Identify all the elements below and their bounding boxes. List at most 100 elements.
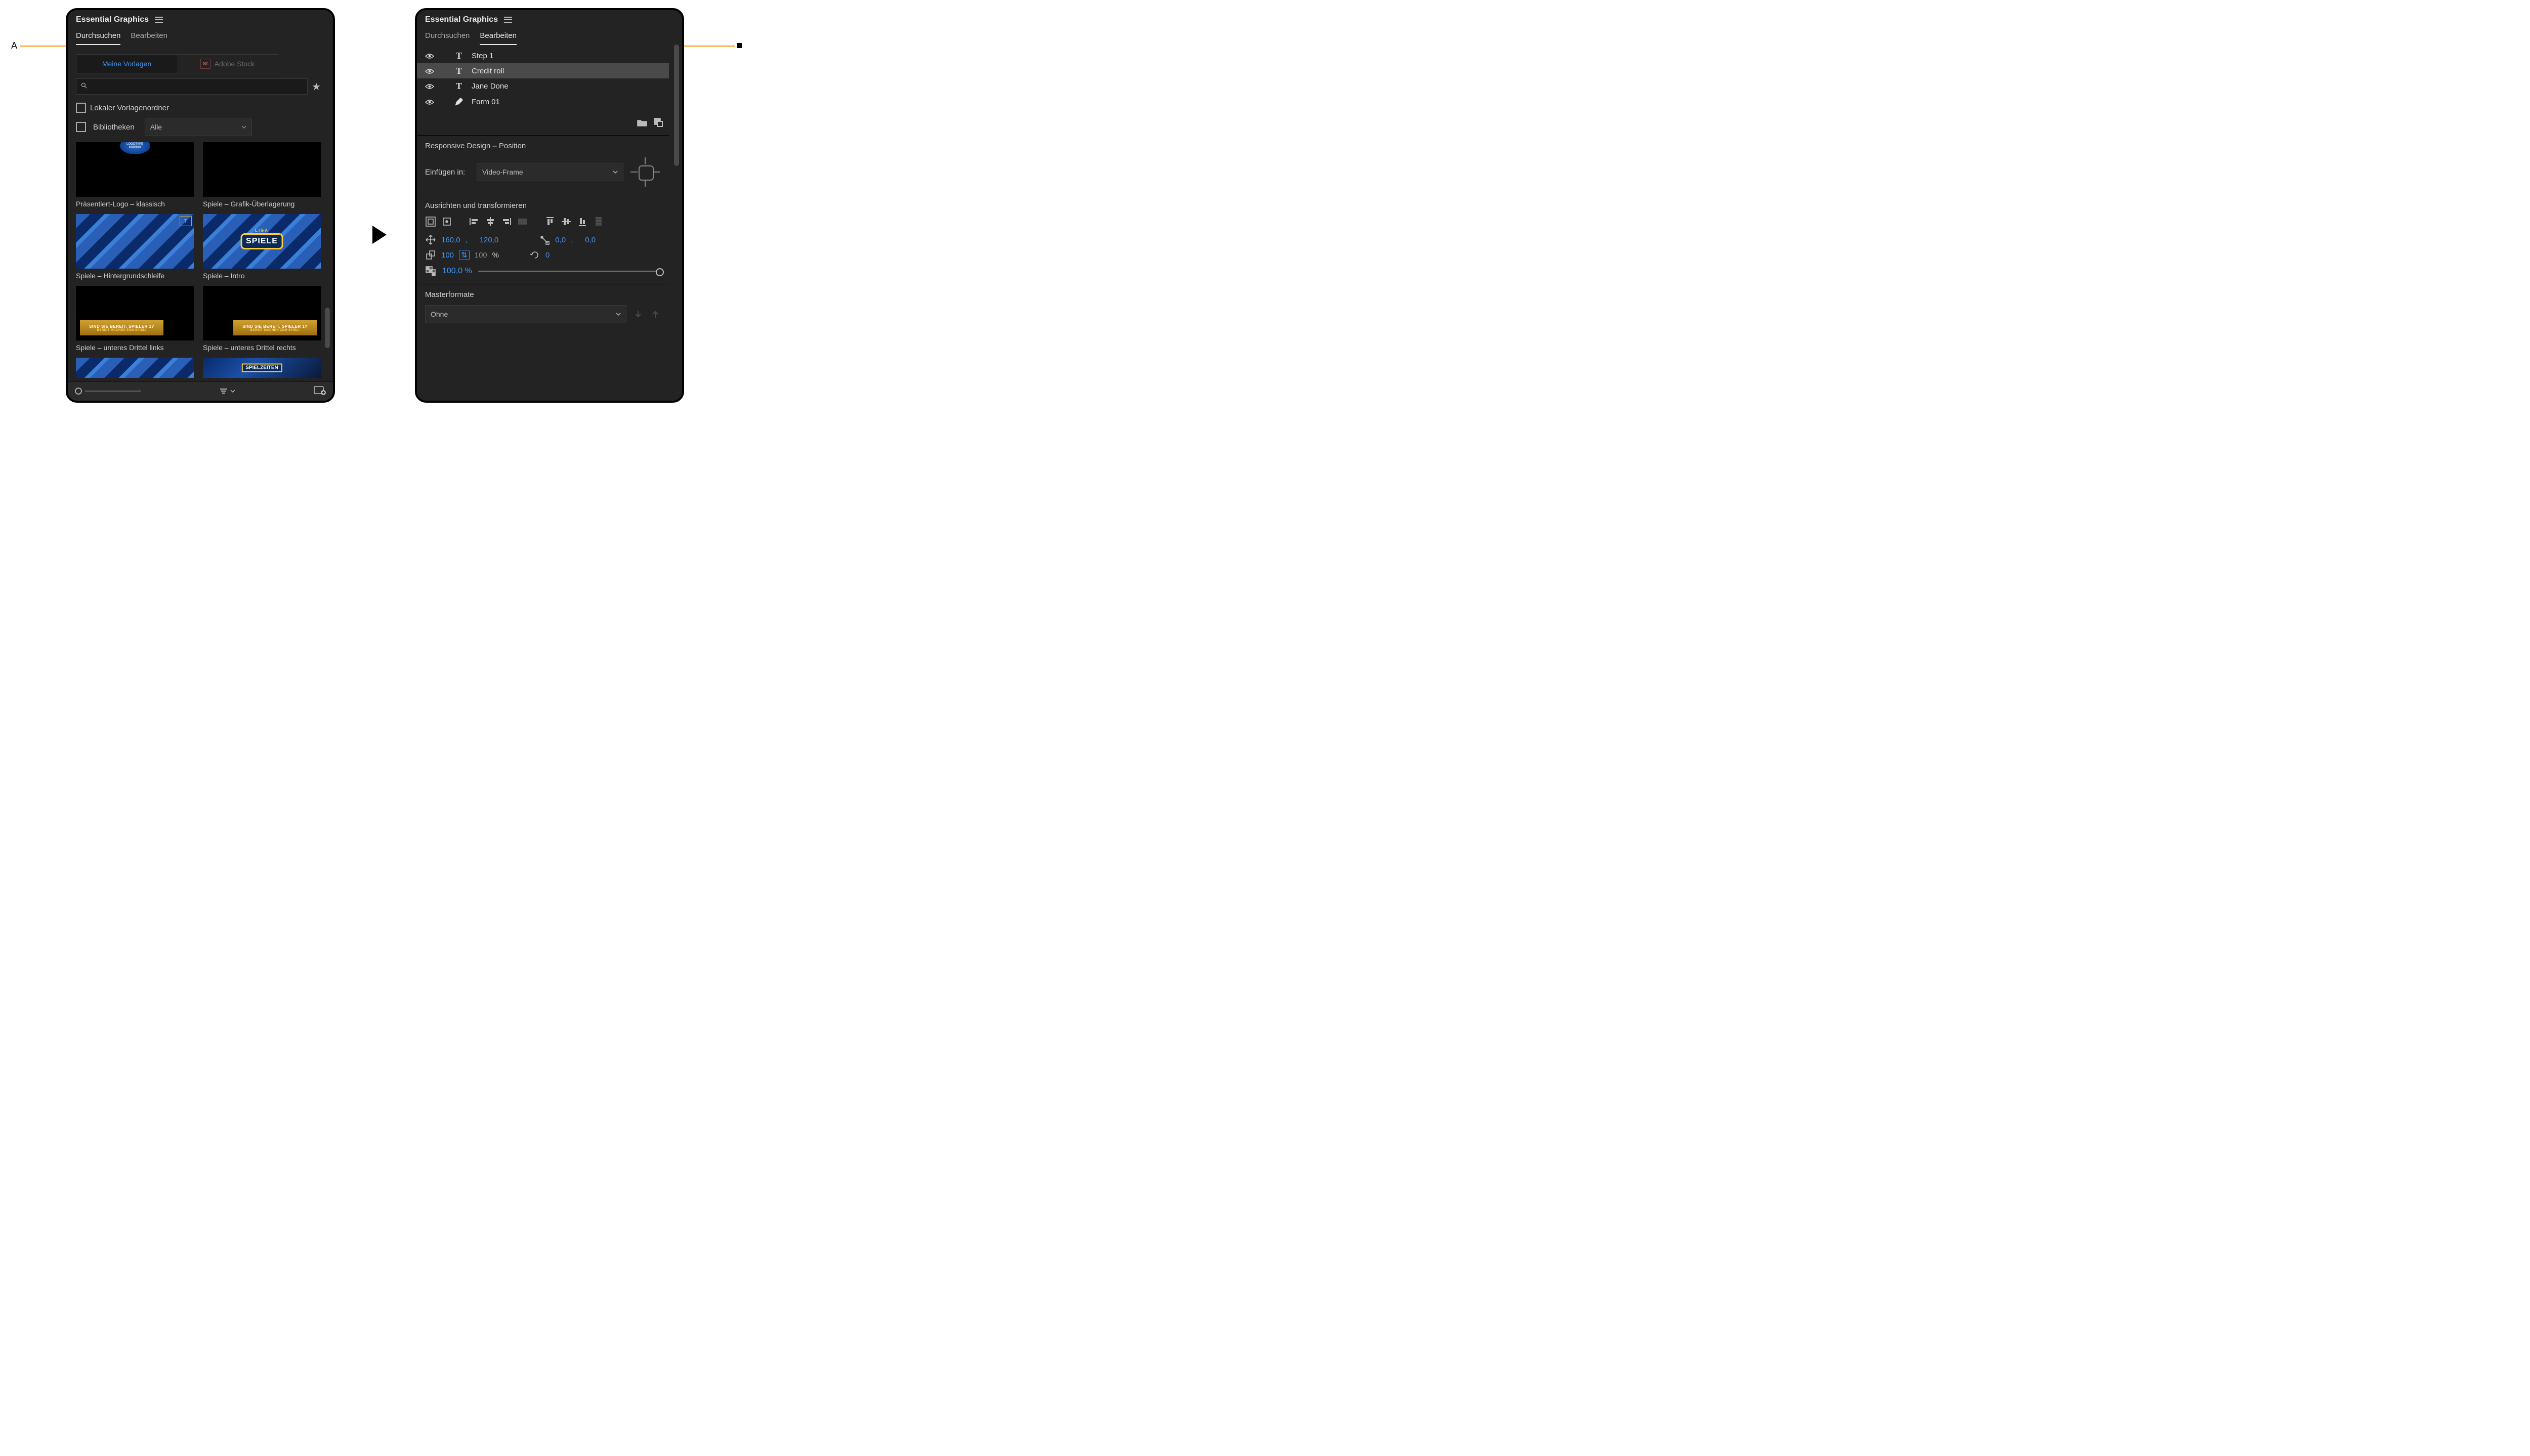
sort-button[interactable] [219, 388, 235, 395]
thumb-spiele: SPIELE [240, 233, 283, 249]
libraries-label: Bibliotheken [93, 123, 135, 132]
anchor-y[interactable]: 0,0 [585, 236, 596, 244]
local-templates-label: Lokaler Vorlagenordner [90, 104, 169, 112]
anchor-x[interactable]: 0,0 [555, 236, 566, 244]
shape-layer-icon [453, 97, 465, 107]
eye-icon[interactable] [425, 68, 434, 74]
insert-in-dropdown[interactable]: Video-Frame [477, 163, 623, 181]
template-card[interactable]: LOGOTYPE präsentiert Präsentiert-Logo – … [76, 142, 194, 208]
position-y[interactable]: 120,0 [480, 236, 499, 244]
rotation-icon [529, 249, 540, 261]
insert-in-label: Einfügen in: [425, 168, 471, 177]
master-style-dropdown[interactable]: Ohne [425, 305, 626, 323]
template-thumbnail: SPIELZEITEN [203, 358, 321, 378]
template-label: Spiele – unteres Drittel links [76, 340, 194, 352]
chevron-down-icon [613, 168, 618, 176]
libraries-filter-value: Alle [150, 123, 162, 131]
align-center-icon[interactable] [441, 216, 452, 227]
thumb-ready-sub: BEREIT MACHEN ZUM SPIEL! [250, 329, 300, 332]
align-transform-section: Ausrichten und transformieren [417, 195, 669, 284]
libraries-filter-dropdown[interactable]: Alle [145, 118, 252, 136]
annotation-b-marker [737, 43, 742, 48]
my-templates-button[interactable]: Meine Vorlagen [76, 55, 177, 73]
template-card[interactable]: SIND SIE BEREIT, SPIELER 1? BEREIT MACHE… [76, 286, 194, 352]
align-title: Ausrichten und transformieren [425, 201, 661, 210]
layer-row[interactable]: Form 01 [417, 94, 669, 110]
panel-menu-icon[interactable] [155, 17, 163, 23]
align-top-edge-icon[interactable] [544, 216, 556, 227]
text-layer-icon: T [453, 66, 465, 75]
text-layer-icon: T [453, 81, 465, 91]
eye-icon[interactable] [425, 83, 434, 89]
chevron-down-icon [616, 310, 621, 318]
search-input[interactable] [92, 82, 303, 91]
layer-row[interactable]: T Jane Done [417, 78, 669, 94]
adobe-stock-label: Adobe Stock [215, 60, 255, 68]
adobe-stock-button[interactable]: St Adobe Stock [177, 55, 278, 73]
libraries-checkbox[interactable] [76, 122, 86, 132]
tab-edit[interactable]: Bearbeiten [131, 28, 167, 45]
scale-link-icon[interactable]: ⇅ [459, 250, 470, 260]
responsive-design-section: Responsive Design – Position Einfügen in… [417, 135, 669, 195]
new-layer-button[interactable] [653, 117, 664, 128]
thumb-ready: SIND SIE BEREIT, SPIELER 1? [89, 324, 154, 329]
rotation-value[interactable]: 0 [545, 251, 550, 260]
align-left-icon[interactable] [425, 216, 436, 227]
thumb-ready: SIND SIE BEREIT, SPIELER 1? [242, 324, 308, 329]
tab-edit[interactable]: Bearbeiten [480, 28, 517, 45]
anchor-icon [539, 234, 550, 245]
tab-browse[interactable]: Durchsuchen [425, 28, 470, 45]
thumb-liga: LIGA [255, 228, 269, 233]
opacity-slider[interactable] [478, 271, 661, 272]
edit-scrollbar[interactable] [674, 45, 679, 396]
template-thumbnail: LIGA SPIELE [203, 214, 321, 269]
layer-row[interactable]: T Step 1 [417, 48, 669, 63]
align-h-center-icon[interactable] [485, 216, 496, 227]
align-bottom-edge-icon[interactable] [577, 216, 588, 227]
text-layer-icon: T [453, 51, 465, 60]
eye-icon[interactable] [425, 99, 434, 105]
layer-name: Step 1 [472, 52, 493, 60]
template-card[interactable]: SIND SIE BEREIT, SPIELER 1? BEREIT MACHE… [203, 286, 321, 352]
template-card[interactable]: T Spiele – Hintergrundschleife [76, 214, 194, 280]
panel-menu-icon[interactable] [504, 17, 512, 23]
position-x[interactable]: 160,0 [441, 236, 460, 244]
opacity-value[interactable]: 100,0 % [442, 267, 472, 276]
template-thumbnail [76, 358, 194, 378]
scale-w[interactable]: 100 [441, 251, 454, 260]
eye-icon[interactable] [425, 53, 434, 59]
align-v-center-icon[interactable] [561, 216, 572, 227]
template-label: Präsentiert-Logo – klassisch [76, 197, 194, 208]
chevron-down-icon [241, 123, 246, 131]
tab-browse[interactable]: Durchsuchen [76, 28, 120, 45]
zoom-slider[interactable] [75, 388, 141, 395]
local-templates-checkbox[interactable] [76, 103, 86, 113]
push-style-up-icon [650, 309, 661, 320]
transition-arrow-icon [374, 228, 386, 242]
distribute-h-icon [517, 216, 528, 227]
template-card[interactable]: Spiele – Grafik-Überlagerung [203, 142, 321, 208]
new-group-button[interactable] [637, 117, 648, 128]
pin-widget[interactable] [629, 156, 661, 188]
thumb-presents: präsentiert [129, 146, 141, 149]
align-left-edge-icon[interactable] [469, 216, 480, 227]
template-card[interactable]: LIGA SPIELE Spiele – Intro [203, 214, 321, 280]
push-style-down-icon [632, 309, 644, 320]
template-card[interactable] [76, 358, 194, 378]
browse-footer [68, 381, 333, 401]
essential-graphics-panel-edit: Essential Graphics Durchsuchen Bearbeite… [415, 8, 684, 403]
browse-scrollbar[interactable] [325, 45, 330, 378]
favorites-filter-icon[interactable]: ★ [312, 80, 321, 93]
search-icon [80, 82, 88, 92]
layer-row[interactable]: T Credit roll [417, 63, 669, 78]
search-box[interactable] [76, 78, 308, 95]
new-from-media-button[interactable] [314, 385, 326, 398]
panel-title: Essential Graphics [76, 15, 149, 24]
essential-graphics-panel-browse: Essential Graphics Durchsuchen Bearbeite… [66, 8, 335, 403]
template-card[interactable]: SPIELZEITEN [203, 358, 321, 378]
align-right-edge-icon[interactable] [501, 216, 512, 227]
position-icon [425, 234, 436, 245]
scale-h: 100 [475, 251, 487, 260]
template-label: Spiele – Grafik-Überlagerung [203, 197, 321, 208]
thumb-spielzeiten: SPIELZEITEN [241, 364, 282, 372]
